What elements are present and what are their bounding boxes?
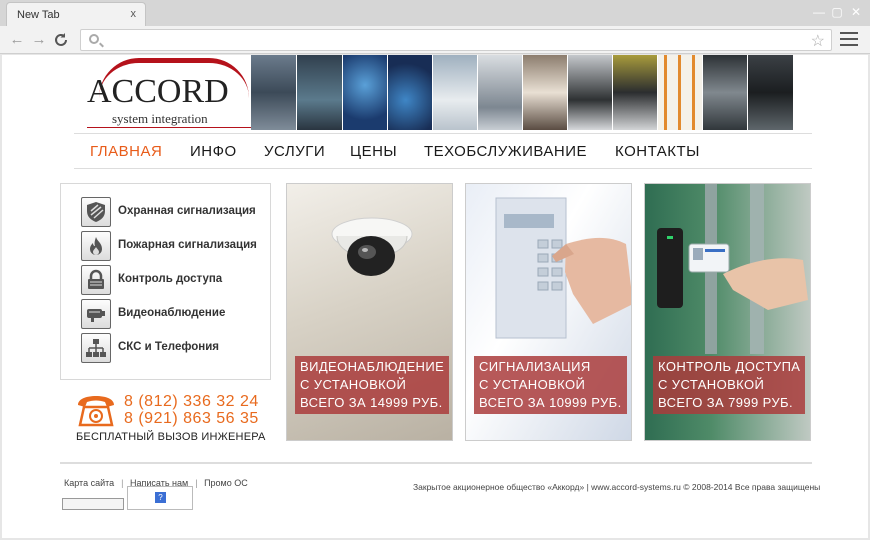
banner-tile — [523, 55, 568, 130]
counter-widget[interactable] — [62, 498, 124, 510]
phone-contact: 8 (812) 336 32 24 8 (921) 863 56 35 БЕСП… — [74, 393, 274, 445]
back-icon[interactable]: ← — [8, 31, 26, 49]
banner-tile — [703, 55, 748, 130]
forward-icon[interactable]: → — [30, 31, 48, 49]
keypad-illustration — [495, 197, 631, 339]
footer-divider — [60, 462, 812, 464]
banner-tile — [388, 55, 433, 130]
network-icon — [81, 333, 111, 363]
sidebar-item-label: Пожарная сигнализация — [118, 239, 257, 251]
footer-copyright: Закрытое акционерное общество «Аккорд» |… — [413, 482, 821, 492]
sidebar-item-security-alarm[interactable]: Охранная сигнализация — [81, 197, 266, 227]
footer-link-promo[interactable]: Промо ОС — [204, 478, 248, 488]
banner-tile — [251, 55, 297, 130]
site-logo[interactable]: ACCORD system integration — [87, 55, 265, 128]
lock-icon — [81, 265, 111, 295]
search-icon — [89, 34, 99, 44]
sidebar-item-label: Видеонаблюдение — [118, 307, 226, 319]
sidebar-item-access-control[interactable]: Контроль доступа — [81, 265, 266, 295]
sidebar-item-network-telephony[interactable]: СКС и Телефония — [81, 333, 266, 363]
browser-toolbar: ← → ☆ — [0, 26, 870, 54]
help-icon: ? — [155, 492, 166, 503]
promo-card-access[interactable]: КОНТРОЛЬ ДОСТУПА С УСТАНОВКОЙ ВСЕГО ЗА 7… — [644, 183, 811, 441]
promo-card-video[interactable]: ВИДЕОНАБЛЮДЕНИЕ С УСТАНОВКОЙ ВСЕГО ЗА 14… — [286, 183, 453, 441]
promo-line: ВСЕГО ЗА 14999 РУБ. — [300, 395, 443, 410]
promo-line: С УСТАНОВКОЙ — [479, 377, 586, 392]
tab-close-button[interactable]: x — [131, 8, 137, 20]
sidebar-item-label: СКС и Телефония — [118, 341, 219, 353]
reload-icon[interactable] — [52, 31, 70, 49]
bookmark-star-icon[interactable]: ☆ — [811, 31, 825, 51]
promo-card-alarm[interactable]: СИГНАЛИЗАЦИЯ С УСТАНОВКОЙ ВСЕГО ЗА 10999… — [465, 183, 632, 441]
banner-tile — [478, 55, 523, 130]
nav-item-main[interactable]: ГЛАВНАЯ — [90, 143, 162, 160]
footer-separator: | — [121, 478, 124, 488]
close-window-icon[interactable]: ✕ — [849, 6, 863, 18]
sidebar-item-label: Охранная сигнализация — [118, 205, 256, 217]
header-banner-photo — [251, 55, 796, 130]
sidebar-item-fire-alarm[interactable]: Пожарная сигнализация — [81, 231, 266, 261]
promo-line: ВСЕГО ЗА 10999 РУБ. — [479, 395, 622, 410]
footer-separator: | — [195, 478, 198, 488]
phone-number-primary[interactable]: 8 (812) 336 32 24 — [124, 393, 259, 411]
dome-camera-illustration — [331, 217, 413, 276]
maximize-icon[interactable]: ▢ — [830, 6, 844, 18]
nav-item-services[interactable]: УСЛУГИ — [264, 143, 325, 160]
browser-tab[interactable]: New Tab x — [6, 2, 146, 26]
banner-tile — [658, 55, 703, 130]
telephone-icon — [74, 393, 118, 429]
promo-line: С УСТАНОВКОЙ — [300, 377, 407, 392]
promo-caption: КОНТРОЛЬ ДОСТУПА С УСТАНОВКОЙ ВСЕГО ЗА 7… — [653, 356, 806, 414]
promo-line: С УСТАНОВКОЙ — [658, 377, 765, 392]
nav-item-maintenance[interactable]: ТЕХОБСЛУЖИВАНИЕ — [424, 143, 587, 160]
banner-tile — [343, 55, 388, 130]
free-engineer-call-caption: БЕСПЛАТНЫЙ ВЫЗОВ ИНЖЕНЕРА — [76, 431, 266, 443]
promo-line: СИГНАЛИЗАЦИЯ — [479, 359, 591, 374]
site-header: ACCORD system integration — [60, 55, 812, 132]
sidebar-item-label: Контроль доступа — [118, 273, 223, 285]
nav-item-prices[interactable]: ЦЕНЫ — [350, 143, 397, 160]
promo-caption: ВИДЕОНАБЛЮДЕНИЕ С УСТАНОВКОЙ ВСЕГО ЗА 14… — [295, 356, 450, 414]
logo-name: ACCORD — [87, 73, 229, 110]
minimize-icon[interactable]: — — [812, 6, 826, 18]
footer-link-sitemap[interactable]: Карта сайта — [64, 478, 114, 488]
banner-tile — [568, 55, 613, 130]
logo-underline — [87, 127, 265, 128]
camera-icon — [81, 299, 111, 329]
address-bar[interactable]: ☆ — [80, 29, 832, 51]
tab-title: New Tab — [17, 9, 60, 21]
shield-icon — [81, 197, 111, 227]
promo-line: ВСЕГО ЗА 7999 РУБ. — [658, 395, 793, 410]
nav-item-info[interactable]: ИНФО — [190, 143, 237, 160]
promo-line: ВИДЕОНАБЛЮДЕНИЕ — [300, 359, 445, 374]
banner-tile — [433, 55, 478, 130]
promo-caption: СИГНАЛИЗАЦИЯ С УСТАНОВКОЙ ВСЕГО ЗА 10999… — [474, 356, 627, 414]
tab-strip: New Tab x — ▢ ✕ — [0, 0, 870, 26]
browser-menu-icon[interactable] — [840, 32, 858, 46]
banner-tile — [748, 55, 793, 130]
banner-tile — [613, 55, 658, 130]
logo-tagline: system integration — [112, 111, 208, 126]
fire-icon — [81, 231, 111, 261]
promo-line: КОНТРОЛЬ ДОСТУПА — [658, 359, 801, 374]
browser-window: New Tab x — ▢ ✕ ← → ☆ ACCORD system inte… — [0, 0, 870, 540]
phone-number-secondary[interactable]: 8 (921) 863 56 35 — [124, 410, 259, 428]
page-viewport: ACCORD system integration ГЛАВНАЯ ИНФО У… — [2, 55, 868, 538]
banner-tile — [297, 55, 343, 130]
nav-item-contacts[interactable]: КОНТАКТЫ — [615, 143, 700, 160]
card-reader-illustration — [657, 184, 808, 354]
sidebar-item-video-surveillance[interactable]: Видеонаблюдение — [81, 299, 266, 329]
stats-widget[interactable]: ? — [127, 486, 193, 510]
main-nav: ГЛАВНАЯ ИНФО УСЛУГИ ЦЕНЫ ТЕХОБСЛУЖИВАНИЕ… — [74, 133, 812, 169]
services-sidebar: Охранная сигнализация Пожарная сигнализа… — [60, 183, 271, 380]
